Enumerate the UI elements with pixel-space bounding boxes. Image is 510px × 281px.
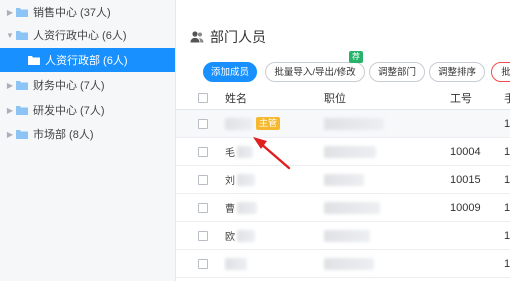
select-all-checkbox[interactable] — [198, 92, 208, 103]
tree-item-hr-admin-dept[interactable]: 人资行政部 (6人) — [0, 48, 175, 72]
position-redacted — [324, 229, 370, 242]
col-name: 姓名 — [225, 92, 247, 105]
supervisor-tag: 主管 — [256, 117, 281, 130]
position-redacted — [324, 173, 364, 186]
folder-icon — [16, 105, 28, 115]
add-member-button[interactable]: 添加成员 — [203, 62, 257, 82]
caret-right-icon[interactable]: ▶ — [4, 81, 16, 90]
table-row[interactable]: 刘 10015 1 — [176, 166, 510, 194]
name-redacted — [237, 201, 257, 214]
tree-item-hr-admin-center[interactable]: ▼ 人资行政中心 (6人) — [0, 23, 175, 47]
name-redacted — [237, 173, 255, 186]
adjust-sort-button[interactable]: 调整排序 — [429, 62, 485, 82]
phone: 1 — [504, 145, 510, 158]
table-row[interactable]: 毛 10004 1 — [176, 138, 510, 166]
caret-down-icon[interactable]: ▼ — [4, 31, 16, 40]
position-redacted — [324, 145, 376, 158]
tree-item-label: 市场部 (8人) — [33, 129, 94, 141]
name-redacted — [225, 117, 253, 130]
table-row[interactable]: 1 — [176, 250, 510, 278]
name-redacted — [237, 229, 255, 242]
tree-item-label: 财务中心 (7人) — [33, 80, 105, 92]
row-checkbox[interactable] — [198, 146, 208, 157]
row-checkbox[interactable] — [198, 230, 208, 241]
position-redacted — [324, 257, 374, 270]
people-icon — [190, 30, 204, 44]
position-redacted — [324, 201, 380, 214]
col-phone: 手 — [504, 92, 510, 105]
tree-item-label: 人资行政中心 (6人) — [33, 30, 127, 42]
folder-icon — [28, 55, 40, 65]
batch-import-export-button[interactable]: 批量导入/导出/修改 — [265, 62, 365, 82]
page-title: 部门人员 — [190, 27, 266, 47]
col-job-no: 工号 — [450, 92, 472, 105]
tree-item-label: 销售中心 (37人) — [33, 7, 111, 19]
member-name: 刘 — [225, 176, 235, 187]
table-row[interactable]: 欧 1 — [176, 222, 510, 250]
member-name: 曹 — [225, 204, 235, 215]
phone: 1 — [504, 201, 510, 214]
main-panel: 部门人员 添加成员 批量导入/导出/修改 荐 调整部门 调整排序 批 姓名 职位… — [176, 0, 510, 281]
caret-right-icon[interactable]: ▶ — [4, 8, 16, 17]
row-checkbox[interactable] — [198, 118, 208, 129]
tree-item-marketing[interactable]: ▶ 市场部 (8人) — [0, 122, 175, 146]
job-no: 10004 — [450, 145, 481, 158]
caret-right-icon[interactable]: ▶ — [4, 106, 16, 115]
job-no: 10015 — [450, 173, 481, 186]
member-name: 欧 — [225, 232, 235, 243]
job-no: 10009 — [450, 201, 481, 214]
folder-icon — [16, 129, 28, 139]
folder-icon — [16, 30, 28, 40]
table-row[interactable]: 主管 1 — [176, 110, 510, 138]
folder-icon — [16, 80, 28, 90]
caret-right-icon[interactable]: ▶ — [4, 130, 16, 139]
member-name: 毛 — [225, 148, 235, 159]
table-header: 姓名 职位 工号 手 — [176, 86, 510, 110]
recommend-badge: 荐 — [349, 51, 363, 63]
phone: 1 — [504, 173, 510, 186]
row-checkbox[interactable] — [198, 202, 208, 213]
name-redacted — [225, 257, 247, 270]
tree-item-rnd[interactable]: ▶ 研发中心 (7人) — [0, 98, 175, 122]
tree-item-label: 研发中心 (7人) — [33, 105, 105, 117]
phone: 1 — [504, 257, 510, 270]
tree-item-finance[interactable]: ▶ 财务中心 (7人) — [0, 73, 175, 97]
row-checkbox[interactable] — [198, 174, 208, 185]
position-redacted — [324, 117, 384, 130]
tree-item-sales[interactable]: ▶ 销售中心 (37人) — [0, 0, 175, 24]
row-checkbox[interactable] — [198, 258, 208, 269]
adjust-department-button[interactable]: 调整部门 — [369, 62, 425, 82]
table-row[interactable]: 曹 10009 1 — [176, 194, 510, 222]
tree-item-label: 人资行政部 (6人) — [45, 55, 128, 67]
phone: 1 — [504, 117, 510, 130]
col-position: 职位 — [324, 92, 346, 105]
department-tree: ▶ 销售中心 (37人) ▼ 人资行政中心 (6人) 人资行政部 (6人) ▶ … — [0, 0, 176, 281]
name-redacted — [237, 145, 253, 158]
phone: 1 — [504, 229, 510, 242]
folder-icon — [16, 7, 28, 17]
batch-delete-button[interactable]: 批 — [491, 62, 510, 82]
page-title-text: 部门人员 — [210, 29, 266, 45]
